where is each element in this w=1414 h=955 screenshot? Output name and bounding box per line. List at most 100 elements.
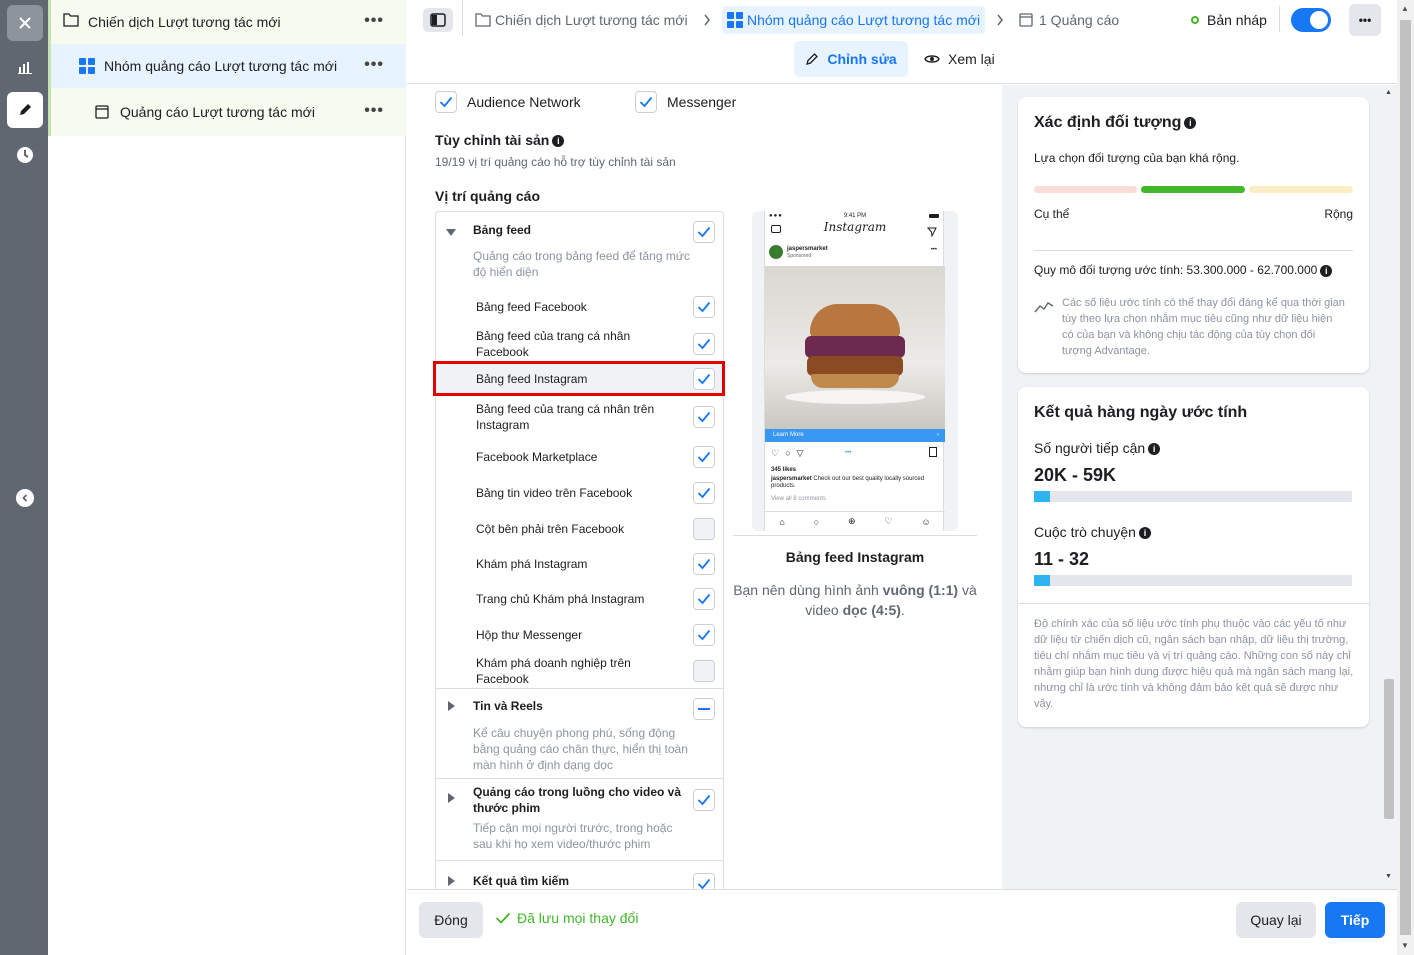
close-icon[interactable] <box>7 5 43 41</box>
checkbox-checked[interactable] <box>693 296 715 318</box>
tree-item-adset[interactable]: Nhóm quảng cáo Lượt tương tác mới ••• <box>48 44 406 88</box>
post-actions-icons: ♡○▽ <box>771 448 810 458</box>
top-bar: Chiến dịch Lượt tương tác mới Nhóm quảng… <box>407 0 1397 84</box>
window-scrollbar-thumb[interactable] <box>1400 20 1411 935</box>
inner-scrollbar[interactable]: ▲ ▼ <box>1381 85 1397 889</box>
scroll-up-icon[interactable]: ▲ <box>1401 4 1409 13</box>
campaign-tree: Chiến dịch Lượt tương tác mới ••• Nhóm q… <box>48 0 406 955</box>
placement-item[interactable]: Hộp thư Messenger <box>436 617 723 653</box>
tab-edit[interactable]: Chỉnh sửa <box>794 41 908 77</box>
placement-item[interactable]: Khám phá doanh nghiệp trên Facebook <box>436 653 723 688</box>
phone-screen: 9:41 PM ●●● Instagram jaspersmarket Spon… <box>764 211 945 531</box>
checkbox-checked[interactable] <box>693 482 715 504</box>
eye-icon <box>924 55 940 63</box>
panel-toggle-icon[interactable] <box>423 8 453 32</box>
edit-pencil-icon[interactable] <box>7 92 43 128</box>
learn-more-bar: Learn More › <box>765 429 945 442</box>
instagram-logo: Instagram <box>823 220 887 234</box>
caret-right-icon[interactable] <box>448 700 456 714</box>
checkbox-checked[interactable] <box>693 406 715 428</box>
placement-item[interactable]: Facebook Marketplace <box>436 439 723 475</box>
collapse-chevron-icon[interactable] <box>16 489 34 507</box>
tree-adset-label: Nhóm quảng cáo Lượt tương tác mới <box>104 58 338 74</box>
placement-item[interactable]: Bảng feed Facebook <box>436 289 723 325</box>
phone-nav-bar: ⌂ ○ ⊕ ♡ ☺ <box>765 511 945 531</box>
close-button[interactable]: Đóng <box>419 902 483 938</box>
scroll-up-icon[interactable]: ▲ <box>1385 89 1392 96</box>
stories-checkbox-partial[interactable] <box>693 698 715 720</box>
breadcrumb-ads-label: 1 Quảng cáo <box>1039 12 1120 28</box>
placement-item[interactable]: Bảng feed của trang cá nhân Facebook <box>436 325 723 363</box>
more-options-icon[interactable]: ••• <box>364 56 384 74</box>
caret-down-icon[interactable] <box>446 226 456 240</box>
next-button[interactable]: Tiếp <box>1325 902 1385 938</box>
breadcrumb-adset[interactable]: Nhóm quảng cáo Lượt tương tác mới <box>722 6 986 34</box>
info-icon[interactable]: i <box>552 135 565 148</box>
on-off-toggle[interactable] <box>1291 8 1331 32</box>
checkbox-unchecked[interactable] <box>693 659 715 682</box>
gauge-broad-label: Rộng <box>1324 207 1353 221</box>
breadcrumb-campaign[interactable]: Chiến dịch Lượt tương tác mới <box>475 6 688 34</box>
info-icon[interactable]: i <box>1320 264 1333 277</box>
group-feeds[interactable]: Bảng feed Quảng cáo trong bảng feed để t… <box>436 212 723 289</box>
window-scrollbar[interactable]: ▲ ▼ <box>1397 0 1414 955</box>
preview-account: jaspersmarket <box>787 246 828 252</box>
checkbox-checked[interactable] <box>693 553 715 575</box>
more-options-button[interactable]: ••• <box>1349 4 1381 36</box>
divider <box>1034 250 1353 251</box>
divider <box>1279 6 1280 32</box>
audience-network-label: Audience Network <box>467 94 581 110</box>
group-stories[interactable]: Tin và Reels Kể câu chuyện phong phú, số… <box>436 688 723 778</box>
folder-icon <box>475 13 491 27</box>
messenger-checkbox[interactable] <box>635 91 657 113</box>
placement-item-label: Cột bên phải trên Facebook <box>476 522 625 536</box>
status-label: Bản nháp <box>1207 12 1267 28</box>
breadcrumb-ads[interactable]: 1 Quảng cáo <box>1019 6 1119 34</box>
checkbox-checked[interactable] <box>693 588 715 610</box>
platform-messenger[interactable]: Messenger <box>635 91 736 113</box>
group-search[interactable]: Kết quả tìm kiếm <box>436 860 723 889</box>
group-instream[interactable]: Quảng cáo trong luồng cho video và thước… <box>436 778 723 860</box>
info-icon[interactable]: i <box>1138 527 1151 540</box>
chart-icon[interactable] <box>7 49 43 85</box>
daily-title: Kết quả hàng ngày ước tính <box>1034 404 1248 421</box>
caret-right-icon[interactable] <box>448 792 456 806</box>
info-icon[interactable]: i <box>1148 443 1161 456</box>
inner-scrollbar-thumb[interactable] <box>1384 679 1394 819</box>
preview-phone-frame: 9:41 PM ●●● Instagram jaspersmarket Spon… <box>752 211 958 531</box>
checkbox-checked[interactable] <box>693 333 715 355</box>
scroll-down-icon[interactable]: ▼ <box>1401 941 1409 950</box>
placement-item-label: Facebook Marketplace <box>476 450 598 464</box>
saved-status: Đã lưu mọi thay đổi <box>495 910 638 926</box>
info-icon[interactable]: i <box>1184 116 1197 129</box>
instream-checkbox[interactable] <box>693 789 715 811</box>
checkbox-unchecked[interactable] <box>693 518 715 540</box>
audience-note: Các số liệu ước tính có thể thay đổi đán… <box>1062 297 1345 357</box>
back-button[interactable]: Quay lại <box>1236 902 1316 938</box>
search-checkbox[interactable] <box>693 873 715 889</box>
platform-audience-network[interactable]: Audience Network <box>435 91 581 113</box>
placements-list: Bảng feed Quảng cáo trong bảng feed để t… <box>435 211 724 889</box>
placement-item[interactable]: Bảng tin video trên Facebook <box>436 475 723 511</box>
tree-item-ad[interactable]: Quảng cáo Lượt tương tác mới ••• <box>48 88 406 136</box>
conversations-bar <box>1034 575 1352 586</box>
tree-ad-label: Quảng cáo Lượt tương tác mới <box>120 104 315 120</box>
placement-item[interactable]: Trang chủ Khám phá Instagram <box>436 581 723 617</box>
history-clock-icon[interactable] <box>7 137 43 173</box>
tab-review[interactable]: Xem lại <box>924 41 1004 77</box>
placement-item[interactable]: Khám phá Instagram <box>436 547 723 581</box>
burger-image <box>765 266 945 429</box>
placements-section: Audience Network Messenger Tùy chỉnh tài… <box>407 85 1002 889</box>
more-options-icon[interactable]: ••• <box>364 12 384 30</box>
scroll-down-icon[interactable]: ▼ <box>1385 873 1392 880</box>
more-options-icon[interactable]: ••• <box>364 102 384 120</box>
placement-item[interactable]: Cột bên phải trên Facebook <box>436 511 723 547</box>
save-icon <box>929 447 937 457</box>
audience-network-checkbox[interactable] <box>435 91 457 113</box>
feeds-checkbox[interactable] <box>693 221 715 243</box>
caret-right-icon[interactable] <box>448 875 456 889</box>
placement-item[interactable]: Bảng feed của trang cá nhân trên Instagr… <box>436 395 723 439</box>
tree-item-campaign[interactable]: Chiến dịch Lượt tương tác mới ••• <box>48 0 406 44</box>
checkbox-checked[interactable] <box>693 446 715 468</box>
checkbox-checked[interactable] <box>693 624 715 646</box>
